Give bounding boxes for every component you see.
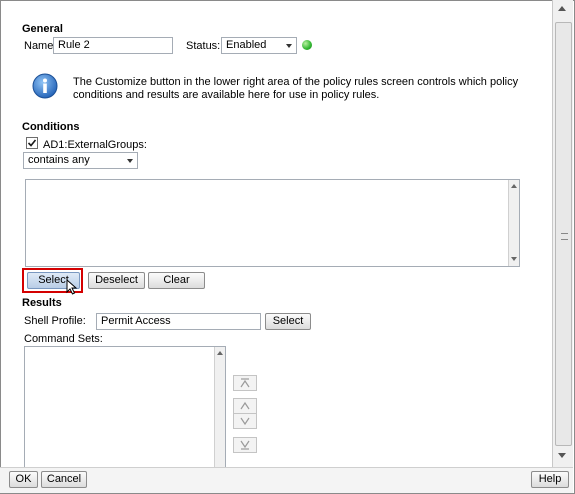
status-select-value: Enabled (226, 39, 267, 51)
info-icon (32, 73, 58, 99)
conditions-section-title: Conditions (22, 121, 80, 133)
clear-button[interactable]: Clear (148, 272, 205, 289)
condition-operator-value: contains any (28, 154, 90, 166)
status-select[interactable]: Enabled (221, 37, 297, 54)
shell-profile-select-button[interactable]: Select (265, 313, 311, 330)
move-down-button[interactable] (233, 413, 257, 429)
scroll-down-arrow-icon[interactable] (511, 257, 517, 261)
move-to-bottom-button[interactable] (233, 437, 257, 453)
shell-profile-field[interactable]: Permit Access (96, 313, 261, 330)
scrollbar-thumb[interactable] (555, 22, 572, 446)
main-scrollbar[interactable] (552, 0, 573, 467)
name-field[interactable]: Rule 2 (53, 37, 173, 54)
checkmark-icon (27, 139, 37, 147)
move-to-top-icon (240, 378, 250, 388)
chevron-down-icon (286, 44, 292, 48)
info-text-line-1: The Customize button in the lower right … (73, 76, 519, 88)
move-to-top-button[interactable] (233, 375, 257, 391)
scroll-up-arrow-icon[interactable] (558, 6, 566, 11)
condition-checkbox[interactable] (26, 137, 38, 149)
command-sets-list[interactable] (24, 346, 226, 469)
status-indicator-icon (302, 40, 312, 50)
results-section-title: Results (22, 297, 62, 309)
help-button[interactable]: Help (531, 471, 569, 488)
cancel-button[interactable]: Cancel (41, 471, 87, 488)
info-text-line-2: conditions and results are available her… (73, 89, 380, 101)
condition-checkbox-label: AD1:ExternalGroups: (43, 139, 147, 151)
scroll-up-arrow-icon[interactable] (217, 351, 223, 355)
chevron-up-icon (240, 401, 250, 410)
chevron-down-icon (127, 159, 133, 163)
scroll-down-arrow-icon[interactable] (558, 453, 566, 458)
scroll-up-arrow-icon[interactable] (511, 184, 517, 188)
conditions-list-scrollbar[interactable] (508, 180, 519, 266)
mouse-cursor-icon (66, 279, 78, 295)
shell-profile-label: Shell Profile: (24, 315, 86, 327)
command-sets-scrollbar[interactable] (214, 347, 225, 468)
condition-operator-select[interactable]: contains any (23, 152, 138, 169)
ok-button[interactable]: OK (9, 471, 38, 488)
move-up-button[interactable] (233, 398, 257, 414)
chevron-down-icon (240, 417, 250, 426)
conditions-values-list[interactable] (25, 179, 520, 267)
general-section-title: General (22, 23, 63, 35)
move-to-bottom-icon (240, 440, 250, 450)
command-sets-label: Command Sets: (24, 333, 103, 345)
deselect-button[interactable]: Deselect (88, 272, 145, 289)
status-label: Status: (186, 40, 221, 52)
name-label: Name: (24, 40, 57, 52)
